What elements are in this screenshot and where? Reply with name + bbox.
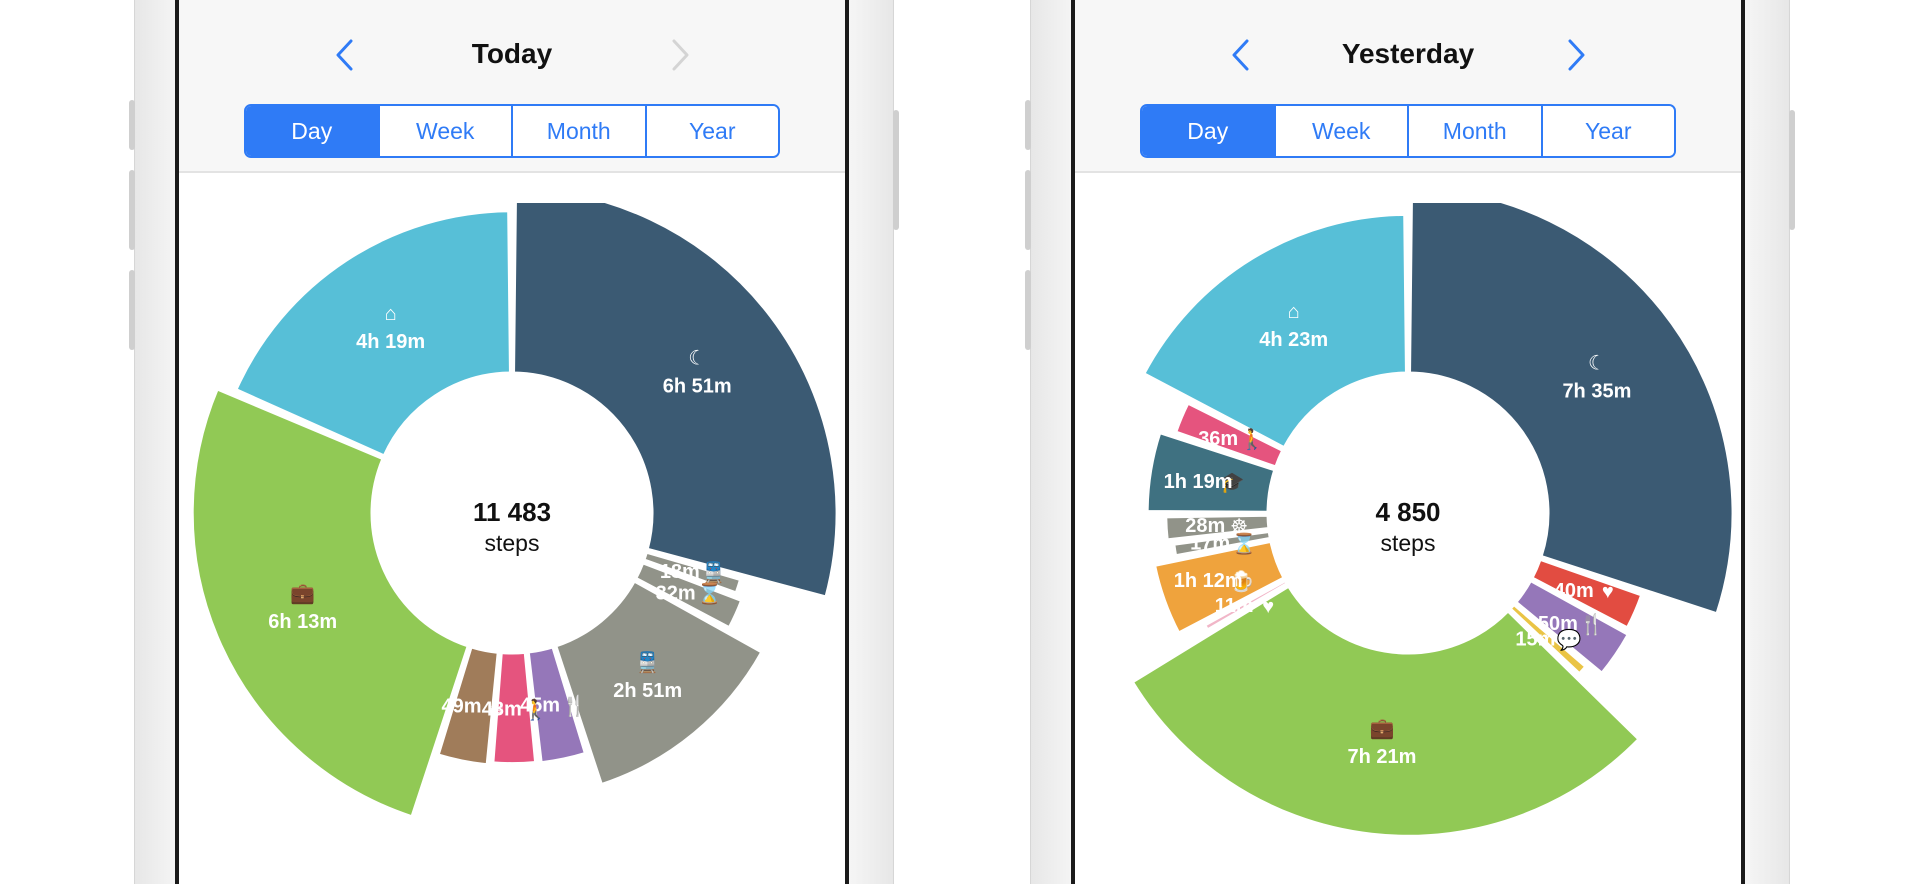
slice-duration-label: 40m — [1554, 580, 1594, 602]
slice-duration-label: 6h 51m — [663, 375, 732, 397]
phone-volume-down-button — [129, 270, 135, 350]
donut-slice[interactable] — [190, 387, 470, 819]
slice-duration-label: 4h 19m — [356, 331, 425, 353]
slice-duration-label: 32m — [656, 583, 696, 605]
phone-volume-down-button — [1025, 270, 1031, 350]
segment-day[interactable]: Day — [1142, 106, 1276, 156]
moon-icon: ☾ — [1588, 352, 1606, 374]
next-day-button[interactable] — [1557, 30, 1597, 80]
slice-duration-label: 2h 51m — [613, 680, 682, 702]
screen-today: Today Day Week Month Year 11 483 steps ☾… — [175, 0, 849, 884]
train-icon: 🚆 — [635, 650, 660, 674]
phone-mute-switch — [129, 100, 135, 150]
coffee-icon: ☕ — [487, 697, 505, 719]
segment-month[interactable]: Month — [513, 106, 647, 156]
slice-duration-label: 4h 23m — [1259, 329, 1328, 351]
slice-duration-label: 49m — [441, 696, 481, 718]
period-segmented-control: Day Week Month Year — [244, 104, 780, 158]
heart-icon: ♥ — [1602, 581, 1614, 603]
activity-donut-chart: 4 850 steps ☾7h 35m♥40m🍴50m💬15m💼7h 21m♥1… — [1130, 203, 1735, 838]
donut-slice[interactable] — [512, 203, 839, 599]
day-title: Today — [471, 38, 553, 69]
moon-icon: ☾ — [688, 347, 706, 369]
hourglass-icon: ⌛ — [697, 582, 722, 606]
period-segmented-control: Day Week Month Year — [1140, 104, 1676, 158]
segment-year[interactable]: Year — [1542, 106, 1674, 156]
slice-duration-label: 7h 35m — [1562, 380, 1631, 402]
donut-slice[interactable] — [1408, 203, 1735, 616]
header: Yesterday Day Week Month Year — [1075, 0, 1741, 173]
walking-icon: 🚶 — [1240, 427, 1265, 451]
slice-duration-label: 36m — [1198, 428, 1238, 450]
steps-unit-label: steps — [485, 530, 540, 556]
fork-knife-icon: 🍴 — [562, 694, 587, 718]
fork-knife-icon: 🍴 — [1579, 612, 1604, 636]
segment-month[interactable]: Month — [1409, 106, 1543, 156]
segment-day[interactable]: Day — [246, 106, 380, 156]
phone-volume-up-button — [1025, 170, 1031, 250]
slice-duration-label: 1h 12m — [1174, 570, 1243, 592]
walking-icon: 🚶 — [523, 697, 548, 721]
heart-icon: ♥ — [1262, 596, 1274, 618]
segment-week[interactable]: Week — [379, 106, 513, 156]
phone-volume-up-button — [129, 170, 135, 250]
train-icon: 🚆 — [701, 560, 726, 584]
segment-year[interactable]: Year — [646, 106, 778, 156]
slice-duration-label: 15m — [1515, 628, 1555, 650]
slice-duration-label: 6h 13m — [268, 611, 337, 633]
slice-duration-label: 11m — [1215, 595, 1254, 617]
next-day-button[interactable] — [661, 30, 701, 80]
screen-yesterday: Yesterday Day Week Month Year 4 850 step… — [1071, 0, 1745, 884]
header: Today Day Week Month Year — [179, 0, 845, 173]
day-title: Yesterday — [1341, 38, 1475, 69]
briefcase-icon: 💼 — [1370, 718, 1395, 740]
slice-duration-label: 18m — [660, 561, 700, 583]
home-icon: ⌂ — [385, 303, 397, 325]
slice-duration-label: 7h 21m — [1348, 746, 1417, 768]
slice-duration-label: 28m — [1185, 515, 1225, 537]
home-icon: ⌂ — [1288, 301, 1300, 323]
phone-power-button — [1789, 110, 1795, 230]
steps-unit-label: steps — [1381, 530, 1436, 556]
steps-count: 11 483 — [473, 497, 551, 527]
briefcase-icon: 💼 — [290, 583, 315, 605]
chat-bubbles-icon: 💬 — [1557, 627, 1582, 651]
slice-duration-label: 1h 19m — [1164, 471, 1233, 493]
activity-donut-chart: 11 483 steps ☾6h 51m🚆18m⌛32m🚆2h 51m🍴45m🚶… — [190, 203, 839, 819]
phone-mute-switch — [1025, 100, 1031, 150]
chevron-right-icon — [672, 39, 689, 71]
segment-week[interactable]: Week — [1275, 106, 1409, 156]
phone-power-button — [893, 110, 899, 230]
ship-wheel-icon: ☸ — [1230, 516, 1248, 538]
steps-count: 4 850 — [1375, 497, 1440, 527]
chevron-right-icon — [1568, 39, 1585, 71]
